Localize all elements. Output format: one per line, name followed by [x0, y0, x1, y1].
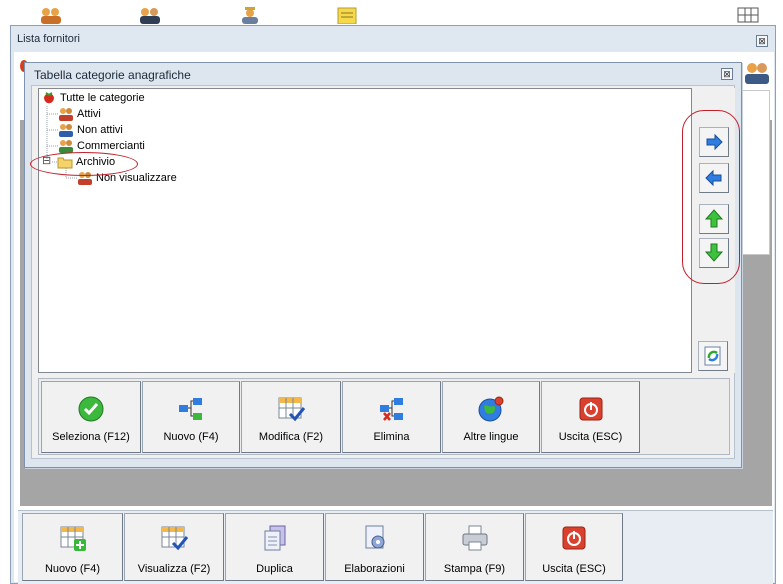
globe-icon [476, 394, 506, 424]
user-hat-icon[interactable] [236, 6, 262, 24]
delete-node-icon [377, 394, 407, 424]
nuovo-button[interactable]: Nuovo (F4) [22, 513, 123, 581]
uscita-button[interactable]: Uscita (ESC) [541, 381, 640, 453]
close-button[interactable]: ⊠ [756, 35, 768, 47]
button-label: Duplica [256, 563, 293, 575]
button-label: Seleziona (F12) [52, 431, 130, 443]
tree-item-attivi[interactable]: Attivi [58, 106, 101, 122]
grid-check-icon [159, 523, 189, 553]
duplicate-icon [260, 523, 290, 553]
grid-check-icon [276, 394, 306, 424]
notes-icon[interactable] [334, 6, 360, 25]
nuovo-button[interactable]: Nuovo (F4) [142, 381, 240, 453]
highlight-annotation [682, 110, 740, 284]
grid-icon[interactable] [736, 6, 762, 24]
tree-item-root[interactable]: Tutte le categorie [41, 90, 145, 106]
uscita-button[interactable]: Uscita (ESC) [525, 513, 623, 581]
gear-document-icon [360, 523, 390, 553]
users-icon [58, 123, 74, 137]
button-label: Modifica (F2) [258, 431, 324, 443]
button-label: Elimina [373, 431, 410, 443]
duplica-button[interactable]: Duplica [225, 513, 324, 581]
users-icon[interactable] [742, 60, 772, 84]
check-icon [76, 394, 106, 424]
altre-lingue-button[interactable]: Altre lingue [442, 381, 540, 453]
modifica-button[interactable]: Modifica (F2) [241, 381, 341, 453]
window-title: Lista fornitori [17, 33, 80, 45]
users-suit-icon[interactable] [136, 6, 162, 24]
button-label: Stampa (F9) [443, 563, 506, 575]
power-icon [576, 394, 606, 424]
visualizza-button[interactable]: Visualizza (F2) [124, 513, 224, 581]
close-button[interactable]: ⊠ [721, 68, 733, 80]
refresh-button[interactable] [698, 341, 728, 371]
dialog-title: Tabella categorie anagrafiche [34, 68, 191, 82]
power-icon [559, 523, 589, 553]
seleziona-button[interactable]: Seleziona (F12) [41, 381, 141, 453]
button-label: Uscita (ESC) [558, 431, 623, 443]
strawberry-icon [41, 91, 57, 105]
stampa-button[interactable]: Stampa (F9) [425, 513, 524, 581]
highlight-annotation [30, 152, 138, 176]
button-label: Uscita (ESC) [542, 563, 606, 575]
users-icon [58, 107, 74, 121]
button-label: Altre lingue [463, 431, 519, 443]
app-toolbar [0, 0, 783, 26]
button-label: Nuovo (F4) [44, 563, 101, 575]
elaborazioni-button[interactable]: Elaborazioni [325, 513, 424, 581]
refresh-icon [704, 346, 721, 366]
tree-item-label: Non attivi [77, 124, 123, 136]
printer-icon [460, 523, 490, 553]
button-label: Visualizza (F2) [137, 563, 211, 575]
tree-item-non-attivi[interactable]: Non attivi [58, 122, 123, 138]
side-panel [742, 90, 770, 255]
users-icon[interactable] [38, 6, 64, 24]
button-label: Nuovo (F4) [163, 431, 219, 443]
new-node-icon [176, 394, 206, 424]
grid-add-icon [58, 523, 88, 553]
tree-item-label: Commercianti [77, 140, 145, 152]
button-label: Elaborazioni [344, 563, 405, 575]
elimina-button[interactable]: Elimina [342, 381, 441, 453]
users-icon [58, 139, 74, 153]
tree-item-label: Attivi [77, 108, 101, 120]
tree-item-label: Tutte le categorie [60, 92, 145, 104]
